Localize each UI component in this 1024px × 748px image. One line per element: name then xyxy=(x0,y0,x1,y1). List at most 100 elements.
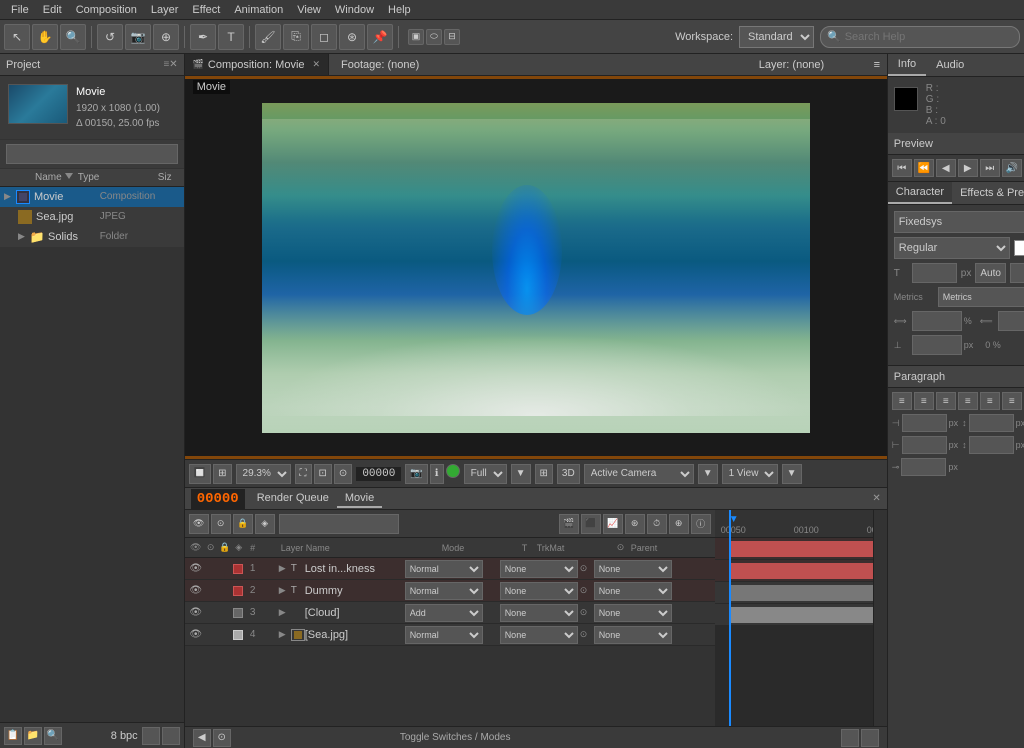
pv-back-btn[interactable]: ◀ xyxy=(936,159,956,177)
delete-btn[interactable] xyxy=(162,727,180,745)
metrics-select[interactable]: Metrics xyxy=(938,287,1024,307)
pv-first-btn[interactable]: ⏮ xyxy=(892,159,912,177)
selection-tool[interactable]: ↖ xyxy=(4,24,30,50)
tl-render-btn[interactable]: ⬛ xyxy=(581,514,601,534)
mode-select-4[interactable]: Normal xyxy=(405,626,483,644)
tl-graph-btn[interactable]: 📈 xyxy=(603,514,623,534)
tl-scrollbar-v[interactable] xyxy=(873,510,887,726)
trkmat-select-3[interactable]: None xyxy=(500,604,578,622)
tl-lock-btn[interactable]: 🔒 xyxy=(233,514,253,534)
expand-layer-4[interactable]: ▶ xyxy=(279,629,289,640)
pv-next-btn[interactable]: ⏭ xyxy=(980,159,1000,177)
menu-composition[interactable]: Composition xyxy=(69,2,144,18)
tab-effects-preset[interactable]: Effects & Preset xyxy=(952,182,1024,204)
pen-tool[interactable]: ✒ xyxy=(190,24,216,50)
rotate-tool[interactable]: ↺ xyxy=(97,24,123,50)
parent-select-2[interactable]: None xyxy=(594,582,672,600)
tl-tab-movie[interactable]: Movie xyxy=(337,490,382,508)
file-row-sea[interactable]: Sea.jpg JPEG xyxy=(0,207,184,227)
bar-1[interactable] xyxy=(729,541,887,557)
menu-effect[interactable]: Effect xyxy=(185,2,227,18)
tl-tab-render[interactable]: Render Queue xyxy=(249,490,337,508)
tab-audio[interactable]: Audio xyxy=(926,54,974,76)
scale-v-input[interactable]: 100 xyxy=(998,311,1024,331)
align-center-btn[interactable]: ≡ xyxy=(914,392,934,410)
expand-layer-2[interactable]: ▶ xyxy=(279,585,289,596)
project-panel-close[interactable]: ✕ xyxy=(169,59,177,70)
menu-window[interactable]: Window xyxy=(328,2,381,18)
camera-select[interactable]: Active Camera xyxy=(584,464,694,484)
clone-tool[interactable]: ⎘ xyxy=(283,24,309,50)
eraser-tool[interactable]: ◻ xyxy=(311,24,337,50)
search-project-btn[interactable]: 🔍 xyxy=(44,727,62,745)
viewer-info-btn[interactable]: ℹ xyxy=(430,464,444,484)
menu-help[interactable]: Help xyxy=(381,2,418,18)
tl-info-btn[interactable]: ⓘ xyxy=(691,514,711,534)
vis-4[interactable]: 👁 xyxy=(189,629,203,640)
bar-2[interactable] xyxy=(729,563,887,579)
camera-tool[interactable]: 📷 xyxy=(125,24,151,50)
fit-btn[interactable]: ⛶ xyxy=(295,464,312,484)
align-right-btn[interactable]: ≡ xyxy=(936,392,956,410)
status-icon-2[interactable]: ⊙ xyxy=(213,729,231,747)
project-search-input[interactable] xyxy=(6,144,178,164)
menu-animation[interactable]: Animation xyxy=(227,2,290,18)
expand-layer-3[interactable]: ▶ xyxy=(279,607,289,618)
justify-left-btn[interactable]: ≡ xyxy=(958,392,978,410)
status-nav-1[interactable] xyxy=(841,729,859,747)
viewer-color-btn[interactable] xyxy=(446,464,460,478)
trkmat-select-1[interactable]: None xyxy=(500,560,578,578)
parent-select-3[interactable]: None xyxy=(594,604,672,622)
comp-tab-movie[interactable]: 🎬 Composition: Movie ✕ xyxy=(185,54,329,75)
mode-select-1[interactable]: Normal xyxy=(405,560,483,578)
zoom-tool[interactable]: 🔍 xyxy=(60,24,86,50)
puppet-tool[interactable]: ⊛ xyxy=(339,24,365,50)
snap-btn[interactable]: 🔲 xyxy=(189,464,211,484)
menu-layer[interactable]: Layer xyxy=(144,2,186,18)
trkmat-select-2[interactable]: None xyxy=(500,582,578,600)
layer-row-3[interactable]: 👁 3 ▶ [Cloud] Add xyxy=(185,602,715,624)
pv-play-btn[interactable]: ▶ xyxy=(958,159,978,177)
panel-menu-btn[interactable]: ≡ xyxy=(867,59,887,71)
layer-row-4[interactable]: 👁 4 ▶ [Sea.jpg] Normal xyxy=(185,624,715,646)
space-before-input[interactable]: 0 xyxy=(969,414,1014,432)
tl-header-close[interactable]: ✕ xyxy=(872,493,880,504)
tl-label-btn[interactable]: ◈ xyxy=(255,514,275,534)
view-select[interactable]: 1 View xyxy=(722,464,778,484)
tab-info[interactable]: Info xyxy=(888,54,926,76)
menu-edit[interactable]: Edit xyxy=(36,2,69,18)
bar-3[interactable] xyxy=(729,585,887,601)
tl-eye-btn[interactable]: 👁 xyxy=(189,514,209,534)
size-input[interactable]: 60 xyxy=(912,263,957,283)
vis-2[interactable]: 👁 xyxy=(189,585,203,596)
pv-audio-btn[interactable]: 🔊 xyxy=(1002,159,1022,177)
grid-btn[interactable]: ⊞ xyxy=(213,464,231,484)
auto-kern-btn[interactable]: Auto xyxy=(975,263,1006,283)
tracking-input[interactable] xyxy=(1010,263,1024,283)
indent-right-input[interactable]: 0 xyxy=(902,436,947,454)
camera-icon-btn[interactable]: 📷 xyxy=(405,464,427,484)
quality-menu-btn[interactable]: ▼ xyxy=(511,464,531,484)
indent-first-input[interactable]: 0 xyxy=(901,458,946,476)
folder-btn[interactable]: 📁 xyxy=(24,727,42,745)
vis-3[interactable]: 👁 xyxy=(189,607,203,618)
zoom-select[interactable]: 29.3% xyxy=(236,464,291,484)
tl-solo-btn[interactable]: ⊙ xyxy=(211,514,231,534)
justify-center-btn[interactable]: ≡ xyxy=(980,392,1000,410)
trkmat-select-4[interactable]: None xyxy=(500,626,578,644)
viewer-extra-btn[interactable]: ⊞ xyxy=(535,464,553,484)
baseline-input[interactable]: 0 xyxy=(912,335,962,355)
camera-down-btn[interactable]: ▼ xyxy=(698,464,718,484)
comp-tab-close[interactable]: ✕ xyxy=(313,59,321,70)
shape-rect-tool[interactable]: ▣ xyxy=(408,29,424,45)
parent-select-1[interactable]: None xyxy=(594,560,672,578)
orbit-tool[interactable]: ⊕ xyxy=(153,24,179,50)
new-item-btn[interactable]: 📋 xyxy=(4,727,22,745)
expand-layer-1[interactable]: ▶ xyxy=(279,563,289,574)
menu-file[interactable]: File xyxy=(4,2,36,18)
justify-right-btn[interactable]: ≡ xyxy=(1002,392,1022,410)
view-down-btn[interactable]: ▼ xyxy=(782,464,802,484)
brush-tool[interactable]: 🖌 xyxy=(255,24,281,50)
tl-comp-btn[interactable]: 🎬 xyxy=(559,514,579,534)
color-depth-btn[interactable] xyxy=(142,727,160,745)
